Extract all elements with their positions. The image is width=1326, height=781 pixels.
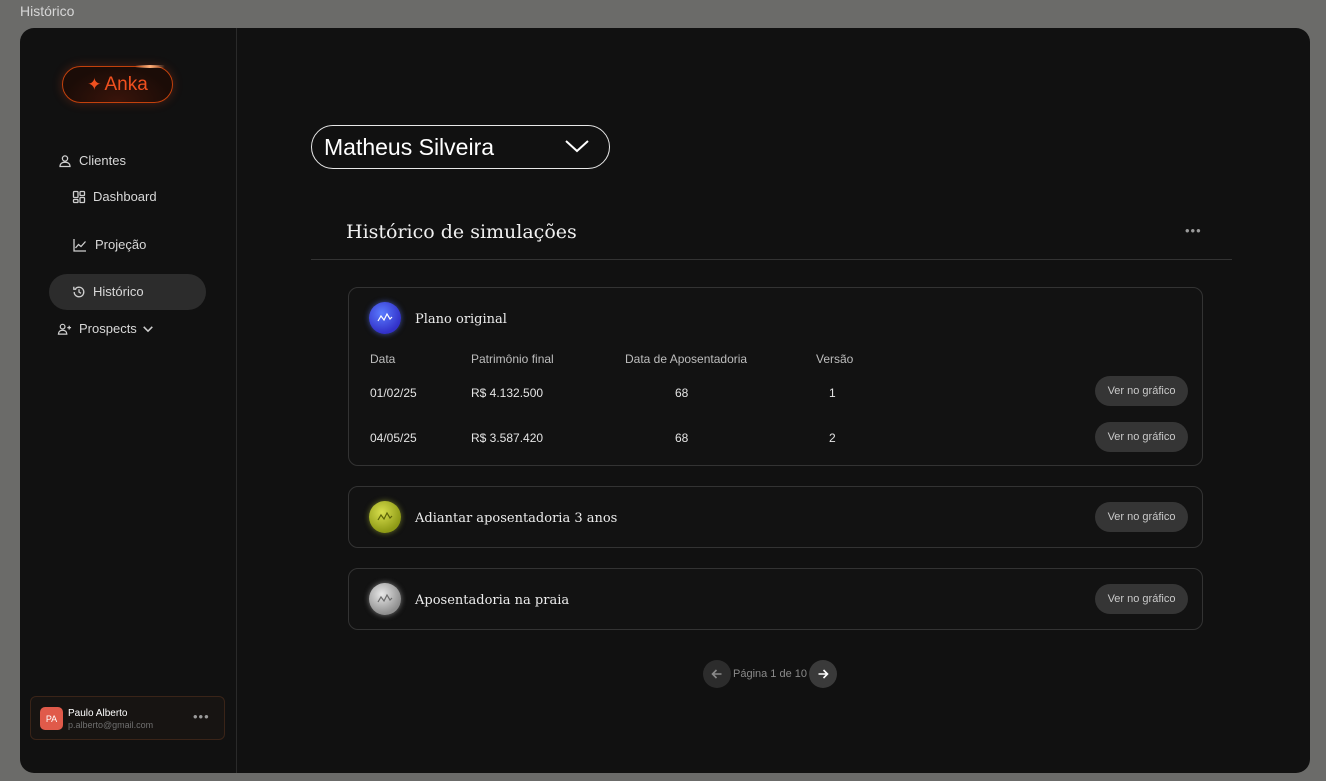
star-icon: ✦	[87, 74, 102, 94]
column-header-aposentadoria: Data de Aposentadoria	[625, 352, 748, 366]
client-select-value: Matheus Silveira	[324, 133, 495, 160]
row-versao: 2	[829, 431, 836, 445]
row-patrimonio: R$ 3.587.420	[471, 431, 544, 445]
row-aposentadoria: 68	[675, 431, 689, 445]
view-chart-button[interactable]: Ver no gráfico	[1095, 422, 1188, 452]
app-window: ✦ Anka Clientes Dashboard Projeção Histó…	[20, 28, 1310, 773]
more-icon[interactable]: •••	[193, 709, 210, 724]
next-page-button[interactable]	[809, 660, 838, 688]
user-name: Paulo Alberto	[68, 708, 128, 719]
sidebar-prospects[interactable]: Prospects	[57, 321, 155, 336]
pagination: Página 1 de 10	[703, 660, 838, 688]
dashboard-icon	[72, 190, 86, 203]
simulation-card: Aposentadoria na praia Ver no gráfico	[348, 568, 1203, 630]
sidebar-item-label: Dashboard	[93, 189, 157, 204]
wave-icon	[369, 501, 401, 533]
row-aposentadoria: 68	[675, 386, 689, 400]
sidebar-item-label: Projeção	[95, 237, 147, 252]
simulation-card: Adiantar aposentadoria 3 anos Ver no grá…	[348, 486, 1203, 548]
simulation-name: Adiantar aposentadoria 3 anos	[415, 511, 618, 526]
brand-logo[interactable]: ✦ Anka	[62, 66, 173, 103]
row-date: 04/05/25	[370, 431, 417, 445]
sidebar-item-label: Histórico	[93, 284, 144, 299]
simulation-card: Plano original Data Patrimônio final Dat…	[348, 287, 1203, 466]
more-icon[interactable]: •••	[1185, 223, 1202, 238]
sidebar-clients-label: Clientes	[79, 153, 126, 168]
row-versao: 1	[829, 386, 836, 400]
row-date: 01/02/25	[370, 386, 417, 400]
sidebar: ✦ Anka Clientes Dashboard Projeção Histó…	[20, 28, 237, 773]
column-header-patrimonio: Patrimônio final	[471, 352, 554, 366]
previous-page-button[interactable]	[703, 660, 731, 688]
chart-line-icon	[73, 238, 86, 252]
divider	[311, 259, 1232, 260]
column-header-data: Data	[370, 352, 396, 366]
user-email: p.alberto@gmail.com	[68, 720, 154, 730]
sidebar-item-projecao[interactable]: Projeção	[72, 237, 146, 252]
brand-name: Anka	[104, 73, 148, 95]
arrow-left-icon	[711, 669, 722, 679]
arrow-right-icon	[818, 669, 829, 679]
sidebar-clients[interactable]: Clientes	[58, 153, 126, 168]
view-chart-button[interactable]: Ver no gráfico	[1095, 502, 1188, 532]
simulation-name: Plano original	[415, 312, 507, 327]
sidebar-item-dashboard[interactable]: Dashboard	[72, 189, 157, 204]
simulation-name: Aposentadoria na praia	[415, 593, 570, 608]
wave-icon	[369, 302, 401, 334]
row-patrimonio: R$ 4.132.500	[471, 386, 544, 400]
chevron-down-icon	[565, 140, 589, 153]
avatar: PA	[40, 707, 63, 730]
logo-glow	[135, 65, 165, 68]
user-card[interactable]: PA Paulo Alberto p.alberto@gmail.com •••	[30, 696, 225, 740]
user-icon	[59, 154, 71, 167]
sidebar-item-historico[interactable]: Histórico	[72, 284, 144, 299]
page-indicator: Página 1 de 10	[733, 668, 808, 680]
history-icon	[73, 286, 85, 297]
column-header-versao: Versão	[816, 352, 854, 366]
chevron-down-icon	[142, 325, 153, 332]
add-user-icon	[57, 323, 72, 335]
wave-icon	[369, 583, 401, 615]
window-title: Histórico	[20, 3, 75, 19]
view-chart-button[interactable]: Ver no gráfico	[1095, 584, 1188, 614]
sidebar-prospects-label: Prospects	[79, 321, 137, 336]
client-select[interactable]: Matheus Silveira	[311, 125, 610, 169]
view-chart-button[interactable]: Ver no gráfico	[1095, 376, 1188, 406]
page-title: Histórico de simulações	[346, 221, 577, 243]
